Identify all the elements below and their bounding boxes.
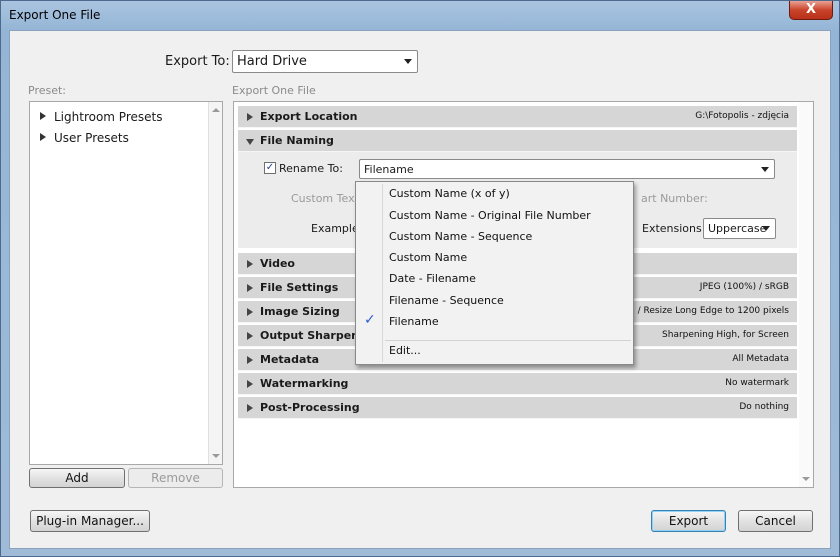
window-title: Export One File xyxy=(9,8,101,22)
export-button[interactable]: Export xyxy=(651,510,726,532)
export-to-label: Export To: xyxy=(165,54,230,69)
main-panel-header: Export One File xyxy=(232,84,316,97)
scroll-down-icon[interactable] xyxy=(802,477,810,481)
custom-text-label: Custom Text: xyxy=(291,192,363,205)
section-title: Metadata xyxy=(260,353,320,366)
plugin-manager-button[interactable]: Plug-in Manager... xyxy=(30,510,150,532)
rename-template-menu: Custom Name (x of y) Custom Name - Origi… xyxy=(355,181,634,365)
preset-folder-lightroom[interactable]: Lightroom Presets xyxy=(40,110,162,124)
section-post-processing[interactable]: Post-Processing Do nothing xyxy=(238,397,797,419)
expand-triangle-icon[interactable] xyxy=(40,133,46,141)
expand-triangle-icon[interactable] xyxy=(247,113,253,121)
section-title: Image Sizing xyxy=(260,305,340,318)
rename-template-value: Filename xyxy=(364,163,414,176)
section-title: Post-Processing xyxy=(260,401,360,414)
chevron-down-icon xyxy=(761,167,769,172)
export-to-select[interactable]: Hard Drive xyxy=(232,50,418,73)
extensions-select[interactable]: Uppercase xyxy=(703,218,776,239)
menu-item-date-filename[interactable]: Date - Filename xyxy=(389,272,476,285)
remove-preset-button[interactable]: Remove xyxy=(128,468,223,488)
menu-item-filename[interactable]: Filename xyxy=(389,315,439,328)
expand-triangle-icon[interactable] xyxy=(247,260,253,268)
rename-to-label: Rename To: xyxy=(279,162,343,175)
section-title: File Settings xyxy=(260,281,339,294)
preset-scrollbar[interactable] xyxy=(208,102,222,464)
preset-folder-label: Lightroom Presets xyxy=(54,110,163,124)
section-watermarking[interactable]: Watermarking No watermark xyxy=(238,373,797,395)
section-export-location[interactable]: Export Location G:\Fotopolis - zdjęcia xyxy=(238,106,797,128)
menu-item-filename-sequence[interactable]: Filename - Sequence xyxy=(389,294,504,307)
menu-item-edit[interactable]: Edit... xyxy=(389,344,421,357)
expand-triangle-icon[interactable] xyxy=(247,380,253,388)
section-summary: Do nothing xyxy=(739,402,789,412)
section-summary: G:\Fotopolis - zdjęcia xyxy=(695,111,789,121)
chevron-down-icon xyxy=(762,226,770,231)
expand-triangle-icon[interactable] xyxy=(40,112,46,120)
scroll-down-icon[interactable] xyxy=(212,454,220,458)
menu-gutter xyxy=(382,184,383,362)
menu-item-custom-name-original-file-number[interactable]: Custom Name - Original File Number xyxy=(389,209,591,222)
section-file-naming[interactable]: File Naming xyxy=(238,130,797,152)
section-title: Export Location xyxy=(260,110,358,123)
section-title: Video xyxy=(260,257,295,270)
preset-folder-user[interactable]: User Presets xyxy=(40,131,129,145)
expand-triangle-icon[interactable] xyxy=(247,356,253,364)
preset-list[interactable]: Lightroom Presets User Presets xyxy=(29,101,223,465)
check-icon: ✓ xyxy=(265,162,275,173)
expand-triangle-icon[interactable] xyxy=(247,308,253,316)
preset-folder-label: User Presets xyxy=(54,131,129,145)
menu-item-custom-name-sequence[interactable]: Custom Name - Sequence xyxy=(389,230,532,243)
rename-template-select[interactable]: Filename xyxy=(359,159,775,179)
title-bar[interactable]: Export One File X xyxy=(1,1,839,29)
menu-item-custom-name[interactable]: Custom Name xyxy=(389,251,467,264)
cancel-button[interactable]: Cancel xyxy=(738,510,813,532)
scroll-up-icon[interactable] xyxy=(212,108,220,112)
extensions-label: Extensions: xyxy=(642,222,706,235)
section-summary: No watermark xyxy=(725,378,789,388)
expand-triangle-icon[interactable] xyxy=(247,332,253,340)
start-number-label: art Number: xyxy=(641,192,708,205)
menu-separator xyxy=(385,340,631,341)
add-preset-button[interactable]: Add xyxy=(29,468,125,488)
section-summary: pi / Resize Long Edge to 1200 pixels xyxy=(626,306,789,316)
close-icon[interactable]: X xyxy=(789,1,833,20)
expand-triangle-icon[interactable] xyxy=(247,404,253,412)
preset-header: Preset: xyxy=(28,84,67,97)
section-title: Watermarking xyxy=(260,377,349,390)
chevron-down-icon xyxy=(404,59,412,64)
section-summary: JPEG (100%) / sRGB xyxy=(699,282,789,292)
export-to-value: Hard Drive xyxy=(237,54,307,69)
rename-checkbox[interactable]: ✓ xyxy=(264,162,276,174)
section-summary: All Metadata xyxy=(732,354,789,364)
menu-item-custom-name-x-of-y[interactable]: Custom Name (x of y) xyxy=(389,187,510,200)
settings-scrollbar[interactable] xyxy=(799,102,813,487)
section-title: File Naming xyxy=(260,134,334,147)
expand-triangle-icon[interactable] xyxy=(247,284,253,292)
collapse-triangle-icon[interactable] xyxy=(246,139,254,145)
check-icon: ✓ xyxy=(364,312,376,328)
section-summary: Sharpening High, for Screen xyxy=(662,330,789,340)
extensions-value: Uppercase xyxy=(708,222,767,235)
